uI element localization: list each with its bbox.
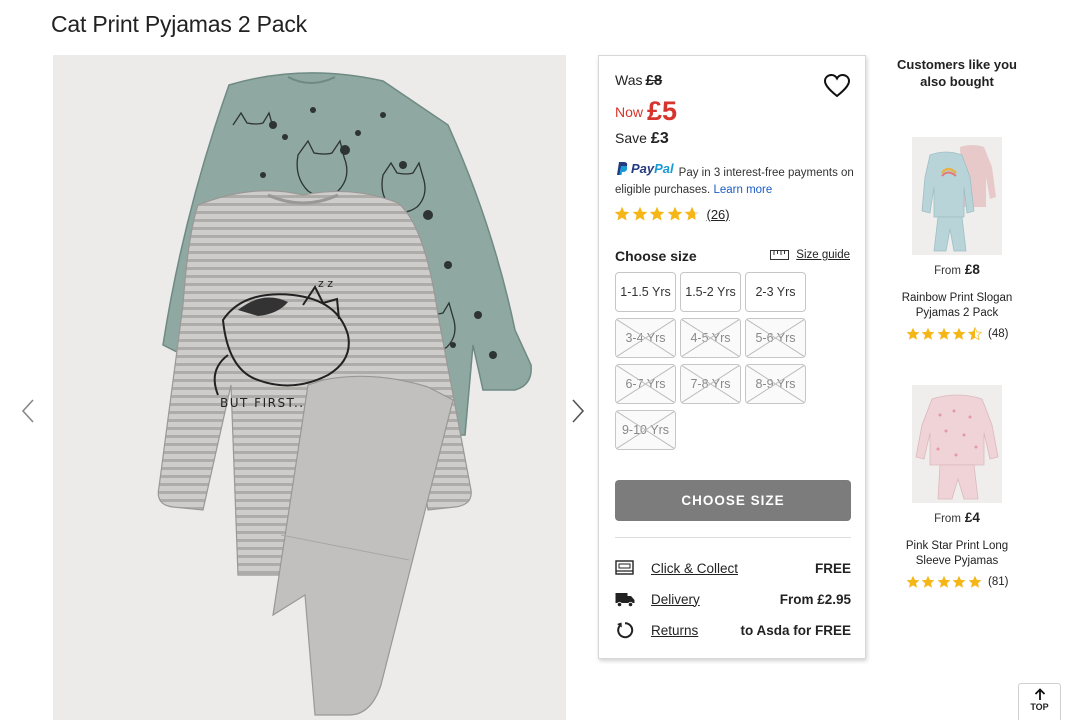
product-image-gallery[interactable]: z z BUT FIRST...CAT N bbox=[53, 55, 566, 720]
returns-icon bbox=[617, 622, 634, 639]
size-option-unavailable[interactable]: 5-6 Yrs bbox=[745, 318, 806, 358]
size-option-unavailable[interactable]: 7-8 Yrs bbox=[680, 364, 741, 404]
recommendation-price: From £4 bbox=[934, 510, 980, 525]
gallery-prev-arrow[interactable] bbox=[20, 398, 36, 424]
service-delivery: Delivery From £2.95 bbox=[615, 588, 851, 610]
delivery-truck-icon bbox=[615, 593, 635, 608]
strikethrough-icon bbox=[616, 365, 675, 403]
size-guide-link[interactable]: Size guide bbox=[770, 249, 850, 261]
recommendation-thumbnail[interactable] bbox=[912, 385, 1002, 503]
star-icon bbox=[952, 327, 966, 340]
click-collect-icon bbox=[615, 560, 634, 575]
old-price: £8 bbox=[645, 72, 663, 89]
recommendation-thumbnail[interactable] bbox=[912, 137, 1002, 255]
product-rating: (26) bbox=[614, 206, 730, 222]
page-title: Cat Print Pyjamas 2 Pack bbox=[51, 11, 307, 37]
paypal-logo: Pay Pal bbox=[615, 160, 674, 177]
save-amount: Save £3 bbox=[615, 130, 669, 147]
strikethrough-icon bbox=[681, 365, 740, 403]
review-count-link[interactable]: (26) bbox=[707, 207, 730, 222]
star-half-icon bbox=[967, 327, 982, 341]
ruler-icon bbox=[770, 250, 790, 260]
size-option-unavailable[interactable]: 6-7 Yrs bbox=[615, 364, 676, 404]
click-collect-link[interactable]: Click & Collect bbox=[651, 561, 815, 576]
returns-link[interactable]: Returns bbox=[651, 623, 740, 638]
star-icon bbox=[632, 206, 647, 221]
size-options: 1-1.5 Yrs 1.5-2 Yrs 2-3 Yrs 3-4 Yrs 4-5 … bbox=[615, 272, 851, 450]
strikethrough-icon bbox=[681, 319, 740, 357]
wishlist-heart-icon[interactable] bbox=[823, 73, 851, 99]
star-icon bbox=[614, 206, 630, 221]
strikethrough-icon bbox=[746, 319, 805, 357]
size-option[interactable]: 1.5-2 Yrs bbox=[680, 272, 741, 312]
buy-box: Was £8 Now £5 Save £3 Pay Pal Pay in 3 inter… bbox=[598, 55, 866, 659]
star-icon bbox=[667, 206, 682, 221]
recommendation-name[interactable]: Pink Star Print Long Sleeve Pyjamas bbox=[893, 539, 1021, 569]
was-price: Was £8 bbox=[615, 72, 663, 89]
size-option-unavailable[interactable]: 8-9 Yrs bbox=[745, 364, 806, 404]
paypal-message: Pay Pal Pay in 3 interest-free payments o… bbox=[615, 160, 854, 196]
service-returns: Returns to Asda for FREE bbox=[615, 619, 851, 641]
product-image: z z BUT FIRST...CAT N bbox=[157, 72, 532, 716]
current-price: £5 bbox=[647, 96, 678, 126]
svg-text:z z: z z bbox=[318, 277, 333, 290]
strikethrough-icon bbox=[746, 365, 805, 403]
star-icon bbox=[952, 575, 966, 588]
product-thumbnail-image bbox=[915, 394, 999, 500]
star-icon bbox=[906, 327, 919, 340]
star-half-icon bbox=[684, 206, 700, 221]
size-option[interactable]: 2-3 Yrs bbox=[745, 272, 806, 312]
size-option-unavailable[interactable]: 9-10 Yrs bbox=[615, 410, 676, 450]
star-icon bbox=[937, 575, 950, 588]
size-option[interactable]: 1-1.5 Yrs bbox=[615, 272, 676, 312]
size-option-unavailable[interactable]: 3-4 Yrs bbox=[615, 318, 676, 358]
divider bbox=[615, 537, 851, 538]
choose-size-label: Choose size bbox=[615, 248, 697, 264]
service-click-collect: Click & Collect FREE bbox=[615, 557, 851, 579]
star-icon bbox=[921, 327, 935, 340]
star-icon bbox=[906, 575, 919, 588]
recommendation-card[interactable]: From £4 Pink Star Print Long Sleeve Pyjam… bbox=[893, 385, 1021, 589]
product-thumbnail-image bbox=[921, 145, 996, 252]
gallery-next-arrow[interactable] bbox=[570, 398, 586, 424]
recommendation-rating: (48) bbox=[893, 327, 1021, 341]
star-icon bbox=[937, 327, 950, 340]
recommendation-card[interactable]: From £8 Rainbow Print Slogan Pyjamas 2 Pa… bbox=[893, 137, 1021, 341]
arrow-up-icon bbox=[1034, 688, 1045, 700]
back-to-top-button[interactable]: TOP bbox=[1018, 683, 1061, 720]
recommendation-rating: (81) bbox=[893, 575, 1021, 589]
recommendation-name[interactable]: Rainbow Print Slogan Pyjamas 2 Pack bbox=[893, 291, 1021, 321]
size-option-unavailable[interactable]: 4-5 Yrs bbox=[680, 318, 741, 358]
paypal-learn-more-link[interactable]: Learn more bbox=[713, 184, 772, 196]
star-icon bbox=[968, 575, 981, 588]
strikethrough-icon bbox=[616, 319, 675, 357]
recommendation-price: From £8 bbox=[934, 262, 980, 277]
strikethrough-icon bbox=[616, 411, 675, 449]
paypal-p-icon bbox=[617, 162, 628, 175]
recommendations-heading: Customers like you also bought bbox=[897, 57, 1017, 89]
now-price: Now £5 bbox=[615, 96, 678, 126]
star-icon bbox=[921, 575, 935, 588]
star-icon bbox=[649, 206, 665, 221]
choose-size-button[interactable]: CHOOSE SIZE bbox=[615, 480, 851, 521]
delivery-link[interactable]: Delivery bbox=[651, 592, 780, 607]
